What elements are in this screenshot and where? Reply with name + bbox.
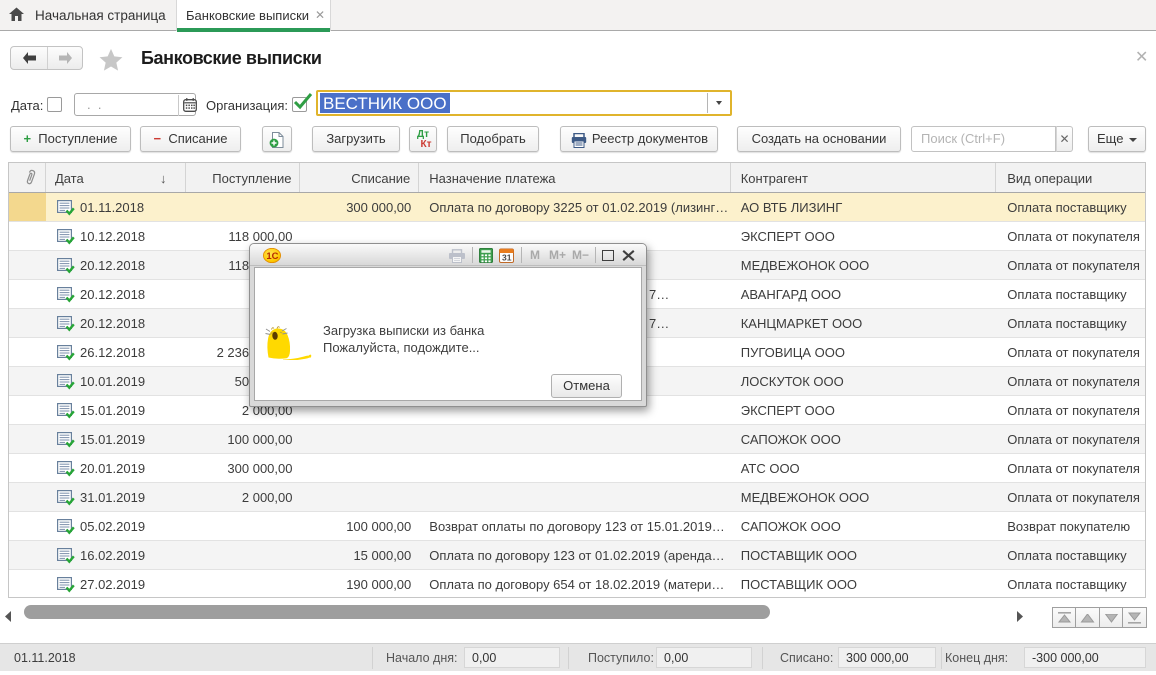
svg-text:1С: 1С — [266, 251, 278, 262]
svg-text:31: 31 — [502, 253, 512, 263]
